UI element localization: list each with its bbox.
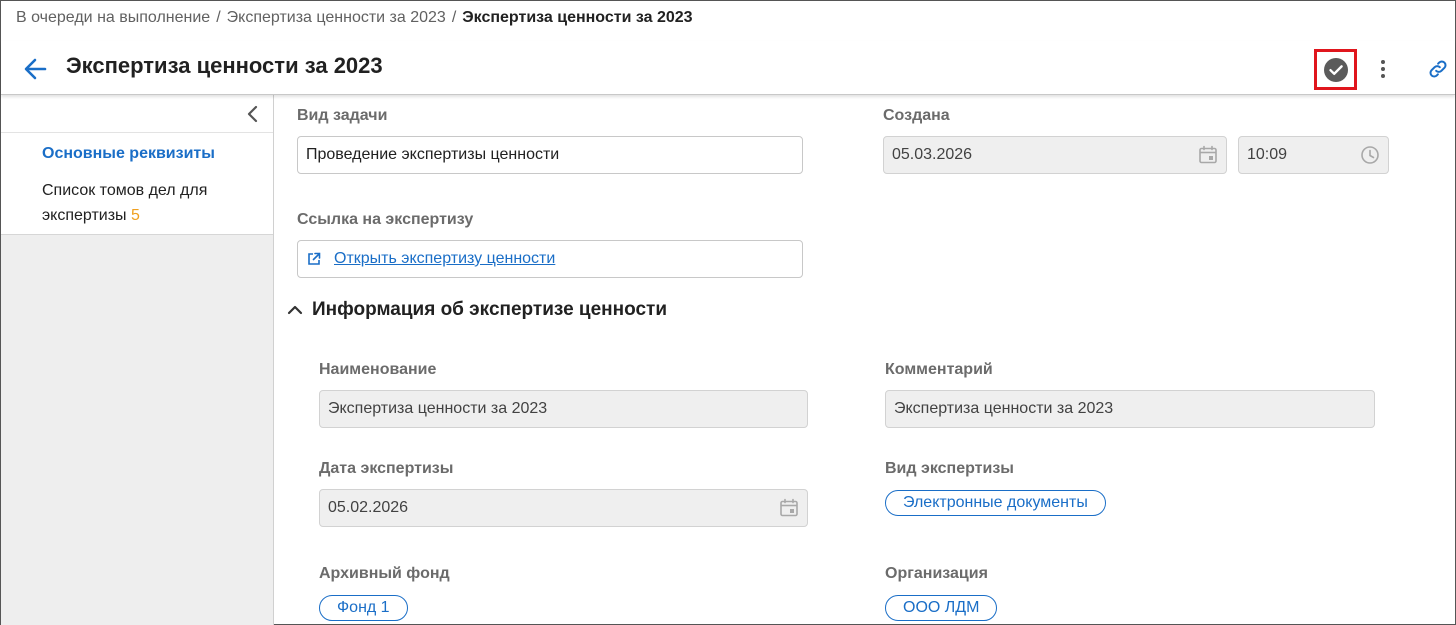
task-type-value: Проведение экспертизы ценности — [306, 146, 560, 163]
sidebar: Основные реквизиты Список томов дел для … — [1, 95, 274, 625]
name-field: Экспертиза ценности за 2023 — [319, 390, 808, 428]
expertise-link-field: Открыть экспертизу ценности — [297, 240, 803, 278]
sidebar-item-label: Список томов дел для экспертизы — [42, 182, 208, 224]
external-link-icon — [308, 252, 321, 265]
task-type-label: Вид задачи — [297, 107, 388, 124]
open-expertise-link[interactable]: Открыть экспертизу ценности — [334, 250, 555, 268]
name-label: Наименование — [319, 361, 437, 378]
comment-label: Комментарий — [885, 361, 993, 378]
calendar-icon — [780, 498, 798, 517]
page-header: Экспертиза ценности за 2023 — [1, 41, 1455, 95]
expertise-type-chip[interactable]: Электронные документы — [885, 490, 1106, 516]
breadcrumb-separator: / — [216, 9, 221, 26]
archive-fund-chip[interactable]: Фонд 1 — [319, 595, 408, 621]
created-date-field: 05.03.2026 — [883, 136, 1227, 174]
name-value: Экспертиза ценности за 2023 — [328, 400, 548, 417]
comment-field: Экспертиза ценности за 2023 — [885, 390, 1375, 428]
breadcrumb: В очереди на выполнение / Экспертиза ценно… — [16, 9, 693, 27]
created-time-value: 10:09 — [1247, 146, 1288, 163]
breadcrumb-item-queue[interactable]: В очереди на выполнение — [16, 9, 210, 26]
organization-chip[interactable]: ООО ЛДМ — [885, 595, 998, 621]
more-options-button[interactable] — [1371, 55, 1395, 83]
expertise-type-label: Вид экспертизы — [885, 460, 1014, 477]
check-circle-icon — [1323, 57, 1348, 82]
sidebar-item-main-details[interactable]: Основные реквизиты — [1, 133, 273, 172]
organization-label: Организация — [885, 565, 988, 582]
complete-task-button[interactable] — [1314, 49, 1357, 90]
expertise-date-field: 05.02.2026 — [319, 489, 808, 527]
more-vertical-icon — [1381, 60, 1385, 78]
sidebar-item-volumes-list[interactable]: Список томов дел для экспертизы 5 — [1, 172, 273, 234]
section-toggle[interactable]: Информация об экспертизе ценности — [286, 297, 667, 323]
expertise-date-label: Дата экспертизы — [319, 460, 454, 477]
created-time-field: 10:09 — [1238, 136, 1389, 174]
section-title: Информация об экспертизе ценности — [312, 299, 668, 320]
arrow-left-icon — [24, 58, 47, 80]
archive-fund-label: Архивный фонд — [319, 565, 450, 582]
task-type-field[interactable]: Проведение экспертизы ценности — [297, 136, 803, 174]
created-date-value: 05.03.2026 — [892, 146, 973, 163]
created-label: Создана — [883, 107, 950, 124]
chevron-up-icon — [287, 305, 303, 315]
clock-icon — [1361, 146, 1379, 164]
expertise-date-value: 05.02.2026 — [328, 499, 409, 516]
back-button[interactable] — [21, 55, 51, 83]
breadcrumb-current: Экспертиза ценности за 2023 — [462, 9, 693, 26]
chevron-left-icon — [247, 105, 258, 123]
copy-link-button[interactable] — [1425, 55, 1451, 83]
sidebar-item-count: 5 — [131, 207, 140, 224]
sidebar-panel: Основные реквизиты Список томов дел для … — [1, 95, 273, 235]
calendar-icon — [1199, 145, 1217, 164]
sidebar-collapse-button[interactable] — [245, 104, 261, 124]
page-title: Экспертиза ценности за 2023 — [66, 53, 383, 78]
sidebar-collapse-row — [1, 95, 273, 133]
link-icon — [1429, 60, 1447, 78]
comment-value: Экспертиза ценности за 2023 — [894, 400, 1114, 417]
breadcrumb-item-expertise[interactable]: Экспертиза ценности за 2023 — [227, 9, 446, 26]
breadcrumb-separator: / — [451, 9, 457, 26]
expertise-link-label: Ссылка на экспертизу — [297, 211, 474, 228]
